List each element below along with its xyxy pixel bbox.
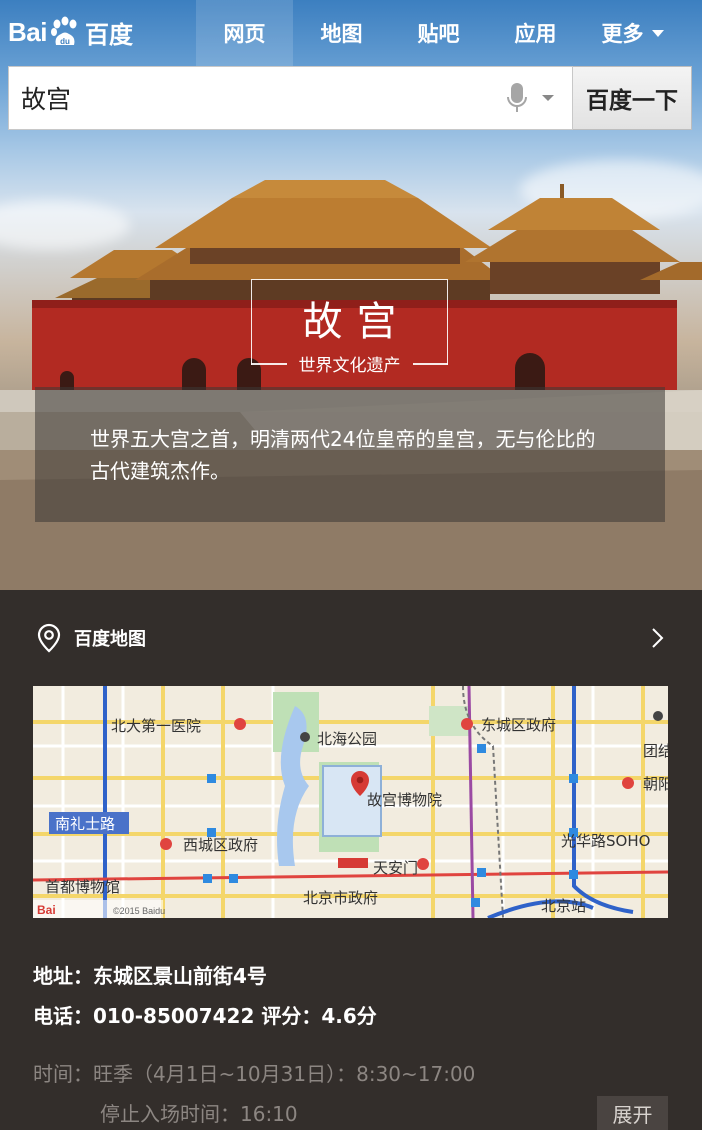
map-label-park: 北海公园 xyxy=(317,730,377,748)
top-nav: 网页 地图 贴吧 应用 更多 xyxy=(196,0,681,66)
search-bar: 百度一下 xyxy=(8,66,692,130)
map-link-label: 百度地图 xyxy=(74,629,146,650)
last-entry-text: 停止入场时间：16:10 xyxy=(100,1102,298,1126)
svg-text:du: du xyxy=(60,37,70,46)
search-button[interactable]: 百度一下 xyxy=(573,66,692,130)
location-pin-icon xyxy=(37,623,61,653)
phone-rating-text[interactable]: 电话：010-85007422 评分：4.6分 xyxy=(33,1000,377,1029)
map-label-nanlishi: 南礼士路 xyxy=(55,815,115,833)
info-panel: 百度地图 北大第一医院 北海公园 东城区政府 团结 朝阳 故宫博物院 西城区政府… xyxy=(0,590,702,1130)
logo-text-baidu: 百度 xyxy=(84,21,133,49)
map-label-xicheng: 西城区政府 xyxy=(183,836,258,854)
map-label-hospital: 北大第一医院 xyxy=(111,717,201,735)
title-badge: 故宫 世界文化遗产 xyxy=(251,279,448,376)
caret-down-icon xyxy=(651,29,664,37)
nav-map[interactable]: 地图 xyxy=(293,0,390,66)
chevron-right-icon xyxy=(652,628,664,648)
map-copyright: ©2015 Baidu xyxy=(113,906,165,916)
map-link[interactable]: 百度地图 xyxy=(36,623,666,653)
nav-tieba[interactable]: 贴吧 xyxy=(390,0,487,66)
map-label-tuan: 团结 xyxy=(643,742,668,760)
map-label-dongcheng: 东城区政府 xyxy=(481,716,556,734)
map-label-guanghua: 光华路SOHO xyxy=(561,832,650,850)
address-text: 地址：东城区景山前街4号 xyxy=(33,964,267,988)
expand-button[interactable]: 展开 xyxy=(597,1096,668,1130)
map-label-museum: 故宫博物院 xyxy=(367,791,442,809)
map-label-beijing-station: 北京站 xyxy=(541,897,586,915)
map-label-beijing-gov: 北京市政府 xyxy=(303,889,378,907)
map-label-tiananmen: 天安门 xyxy=(373,859,418,877)
hero-title: 故宫 xyxy=(302,299,411,345)
baidu-logo[interactable]: Bai du 百度 xyxy=(8,12,133,52)
nav-apps[interactable]: 应用 xyxy=(487,0,584,66)
search-input[interactable] xyxy=(9,68,492,128)
hero-subtitle: 世界文化遗产 xyxy=(298,356,401,376)
hero-description: 世界五大宫之首，明清两代24位皇帝的皇宫，无与伦比的古代建筑杰作。 xyxy=(35,387,665,522)
microphone-icon[interactable] xyxy=(492,68,542,128)
paw-icon: du xyxy=(50,16,77,46)
hours-text: 时间：旺季（4月1日~10月31日）：8:30~17:00 xyxy=(33,1062,476,1086)
nav-more[interactable]: 更多 xyxy=(584,0,681,66)
nav-apps-label: 应用 xyxy=(514,22,557,46)
nav-map-label: 地图 xyxy=(320,22,363,46)
microphone-glyph xyxy=(507,83,527,112)
map-image: 北大第一医院 北海公园 东城区政府 团结 朝阳 故宫博物院 西城区政府 光华路S… xyxy=(33,686,668,918)
nav-web-label: 网页 xyxy=(223,22,266,46)
map-label-shoudu: 首都博物馆 xyxy=(45,878,120,896)
search-box xyxy=(8,66,573,130)
top-bar: Bai du 百度 网页 地图 贴吧 应用 更多 xyxy=(0,0,702,66)
voice-options-caret-icon[interactable] xyxy=(542,95,554,101)
nav-web[interactable]: 网页 xyxy=(196,0,293,66)
map-logo: Bai xyxy=(37,903,56,917)
nav-more-label: 更多 xyxy=(601,22,644,46)
map-label-chaoyang: 朝阳 xyxy=(643,775,668,793)
map-thumbnail[interactable]: 北大第一医院 北海公园 东城区政府 团结 朝阳 故宫博物院 西城区政府 光华路S… xyxy=(33,686,668,918)
hero-banner: Bai du 百度 网页 地图 贴吧 应用 更多 故宫 百度一下 故宫 世界文化… xyxy=(0,0,702,590)
nav-tieba-label: 贴吧 xyxy=(417,22,460,46)
logo-text-bai: Bai xyxy=(8,16,47,47)
